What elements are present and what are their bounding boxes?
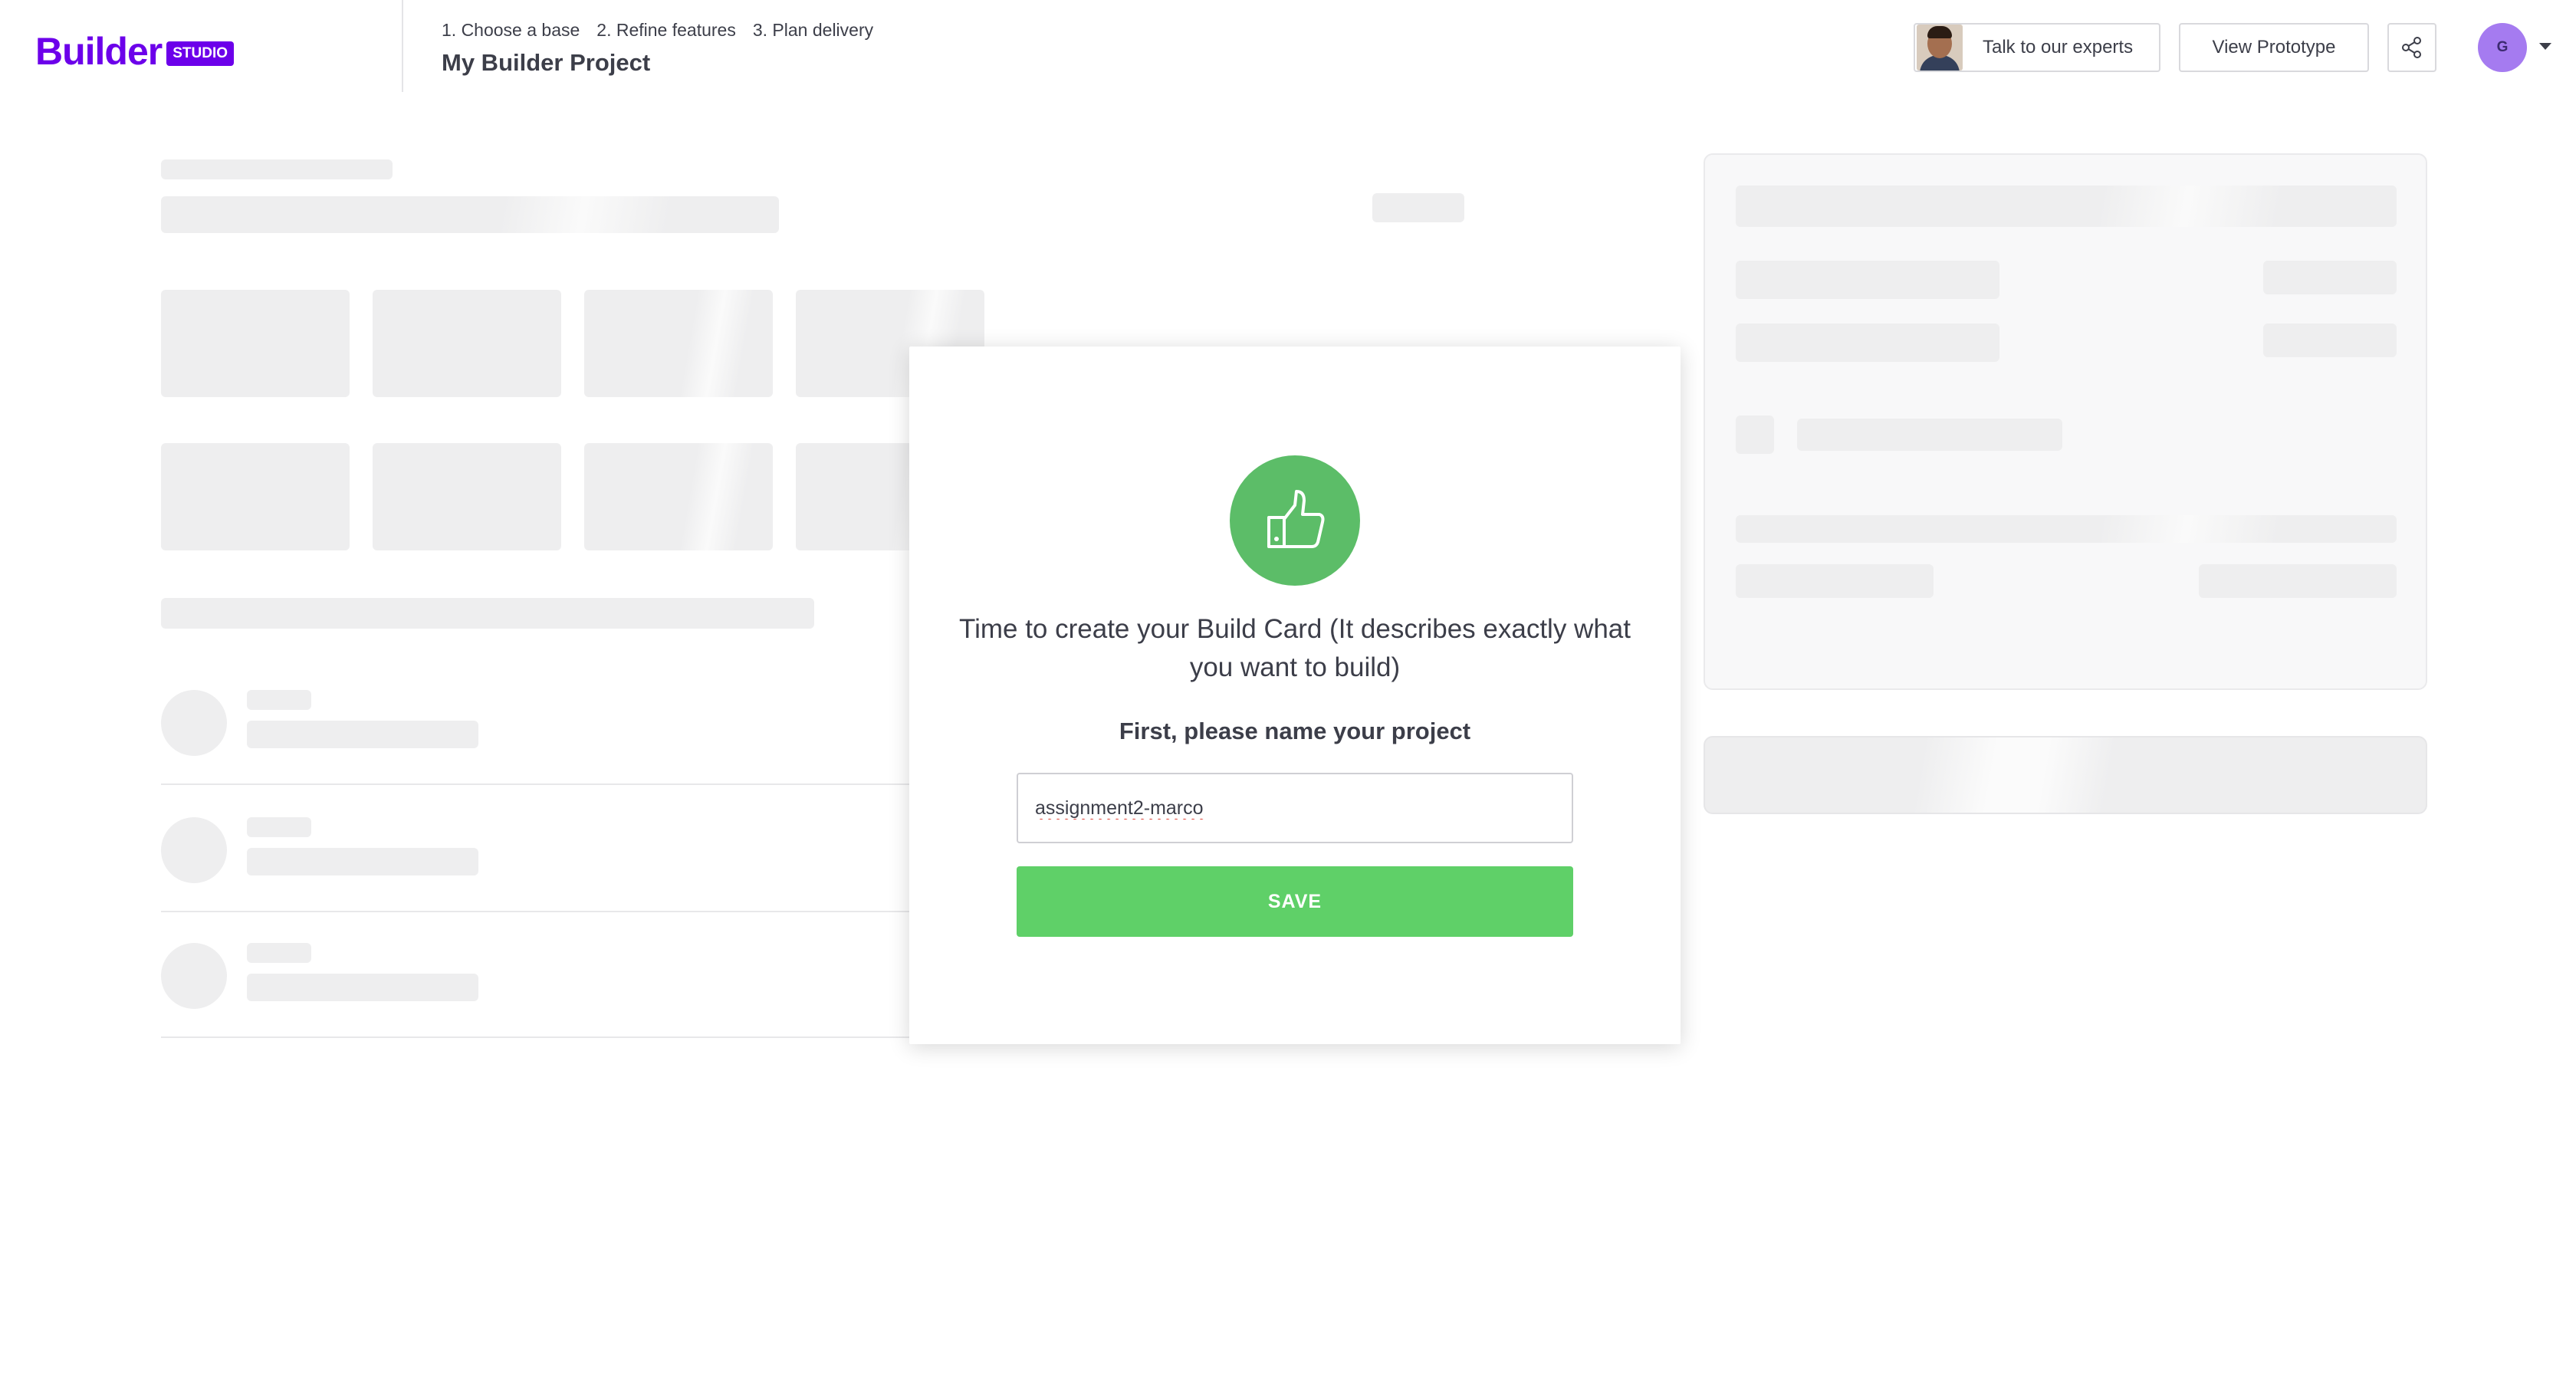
skeleton-subtitle (161, 159, 393, 179)
project-title: My Builder Project (442, 49, 651, 76)
skeleton-checkbox (1736, 416, 1774, 454)
skeleton-line (247, 974, 478, 1001)
divider (161, 1036, 912, 1038)
divider (161, 783, 912, 785)
skeleton-line (1736, 261, 1999, 299)
divider (161, 911, 912, 912)
skeleton-line (1797, 419, 2062, 451)
view-prototype-button[interactable]: View Prototype (2179, 23, 2369, 72)
logo-wordmark: Builder (35, 30, 163, 73)
modal-heading: Time to create your Build Card (It descr… (959, 614, 1631, 682)
step-refine-features[interactable]: 2. Refine features (596, 20, 736, 41)
talk-to-experts-button[interactable]: Talk to our experts (1914, 23, 2160, 72)
progress-steps: 1. Choose a base 2. Refine features 3. P… (442, 20, 873, 41)
thumbs-up-badge (1230, 455, 1360, 586)
step-choose-base[interactable]: 1. Choose a base (442, 20, 580, 41)
skeleton-line (1736, 564, 1934, 598)
skeleton-avatar (161, 943, 227, 1009)
expert-avatar (1917, 25, 1963, 71)
skeleton-summary-card (1704, 153, 2427, 690)
skeleton-card (161, 443, 350, 550)
skeleton-card (373, 443, 561, 550)
skeleton-line (1736, 324, 1999, 362)
skeleton-line (247, 817, 311, 837)
skeleton-line (2263, 261, 2397, 294)
skeleton-line (1736, 186, 2397, 227)
skeleton-line (247, 848, 478, 875)
skeleton-title (161, 196, 779, 233)
skeleton-small-tag (1372, 193, 1464, 222)
header-divider (402, 0, 403, 92)
step-plan-delivery[interactable]: 3. Plan delivery (753, 20, 873, 41)
skeleton-card (584, 443, 773, 550)
logo-badge: STUDIO (166, 41, 235, 66)
skeleton-action-bar (1704, 736, 2427, 814)
skeleton-line (247, 943, 311, 963)
skeleton-avatar (161, 817, 227, 883)
thumbs-up-icon (1267, 490, 1325, 548)
project-name-input[interactable] (1017, 773, 1573, 843)
skeleton-bar (161, 598, 814, 629)
name-project-modal: Time to create your Build Card (It descr… (909, 347, 1681, 1044)
user-avatar[interactable]: G (2478, 23, 2527, 72)
talk-to-experts-label: Talk to our experts (1983, 37, 2134, 57)
skeleton-card (161, 290, 350, 397)
skeleton-line (247, 721, 478, 748)
skeleton-line (1736, 515, 2397, 543)
share-icon (2402, 37, 2421, 58)
modal-subheading: First, please name your project (1119, 718, 1471, 744)
chevron-down-icon[interactable] (2539, 43, 2551, 50)
skeleton-line (247, 690, 311, 710)
top-header: Builder STUDIO 1. Choose a base 2. Refin… (0, 0, 2576, 92)
save-button[interactable]: SAVE (1017, 866, 1573, 937)
skeleton-line (2199, 564, 2397, 598)
skeleton-line (2263, 324, 2397, 357)
skeleton-card (373, 290, 561, 397)
skeleton-card (584, 290, 773, 397)
share-button[interactable] (2387, 23, 2436, 72)
builder-studio-logo[interactable]: Builder STUDIO (35, 30, 235, 73)
skeleton-avatar (161, 690, 227, 756)
